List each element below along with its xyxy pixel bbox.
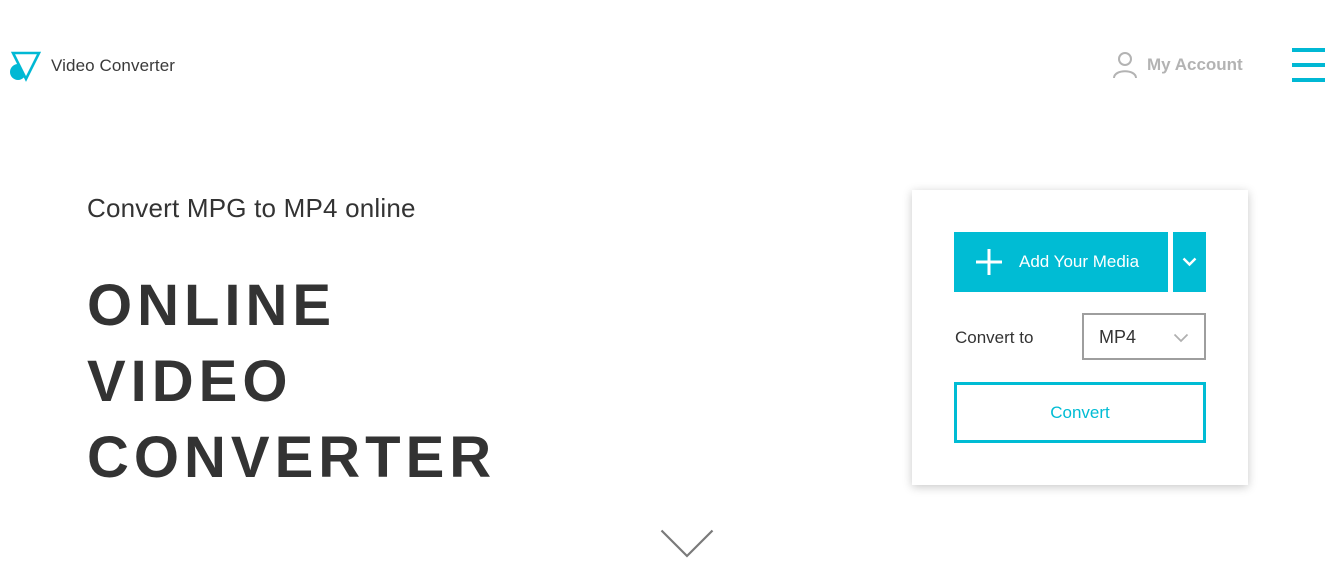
add-media-button[interactable]: Add Your Media [954, 232, 1168, 292]
scroll-down-icon[interactable] [660, 529, 714, 564]
convert-button[interactable]: Convert [954, 382, 1206, 443]
logo-icon [10, 51, 42, 82]
page-subtitle: Convert MPG to MP4 online [87, 193, 416, 223]
headline-line-2: VIDEO [87, 349, 293, 414]
add-media-label: Add Your Media [1019, 252, 1140, 271]
chevron-down-icon [1182, 257, 1197, 267]
user-icon [1113, 52, 1137, 79]
hamburger-menu-icon[interactable] [1292, 48, 1325, 82]
converter-card: Add Your Media Convert to MP4 Convert [912, 190, 1248, 485]
plus-icon [976, 249, 1002, 275]
chevron-down-icon [1173, 333, 1189, 343]
logo[interactable]: Video Converter [9, 50, 175, 83]
format-select[interactable]: MP4 [1082, 313, 1206, 360]
format-selected-value: MP4 [1099, 327, 1137, 347]
add-media-dropdown-button[interactable] [1173, 232, 1206, 292]
headline-line-1: ONLINE [87, 273, 337, 338]
convert-to-label: Convert to [955, 328, 1034, 347]
page-headline: ONLINE VIDEO CONVERTER [87, 268, 496, 496]
my-account-label: My Account [1147, 55, 1243, 74]
headline-line-3: CONVERTER [87, 425, 497, 490]
chevron-down-icon [660, 529, 714, 558]
my-account-link[interactable]: My Account [1112, 51, 1243, 79]
page: Video Converter My Account Convert MPG t… [0, 0, 1329, 578]
convert-button-label: Convert [1050, 402, 1110, 422]
logo-text: Video Converter [51, 55, 176, 75]
